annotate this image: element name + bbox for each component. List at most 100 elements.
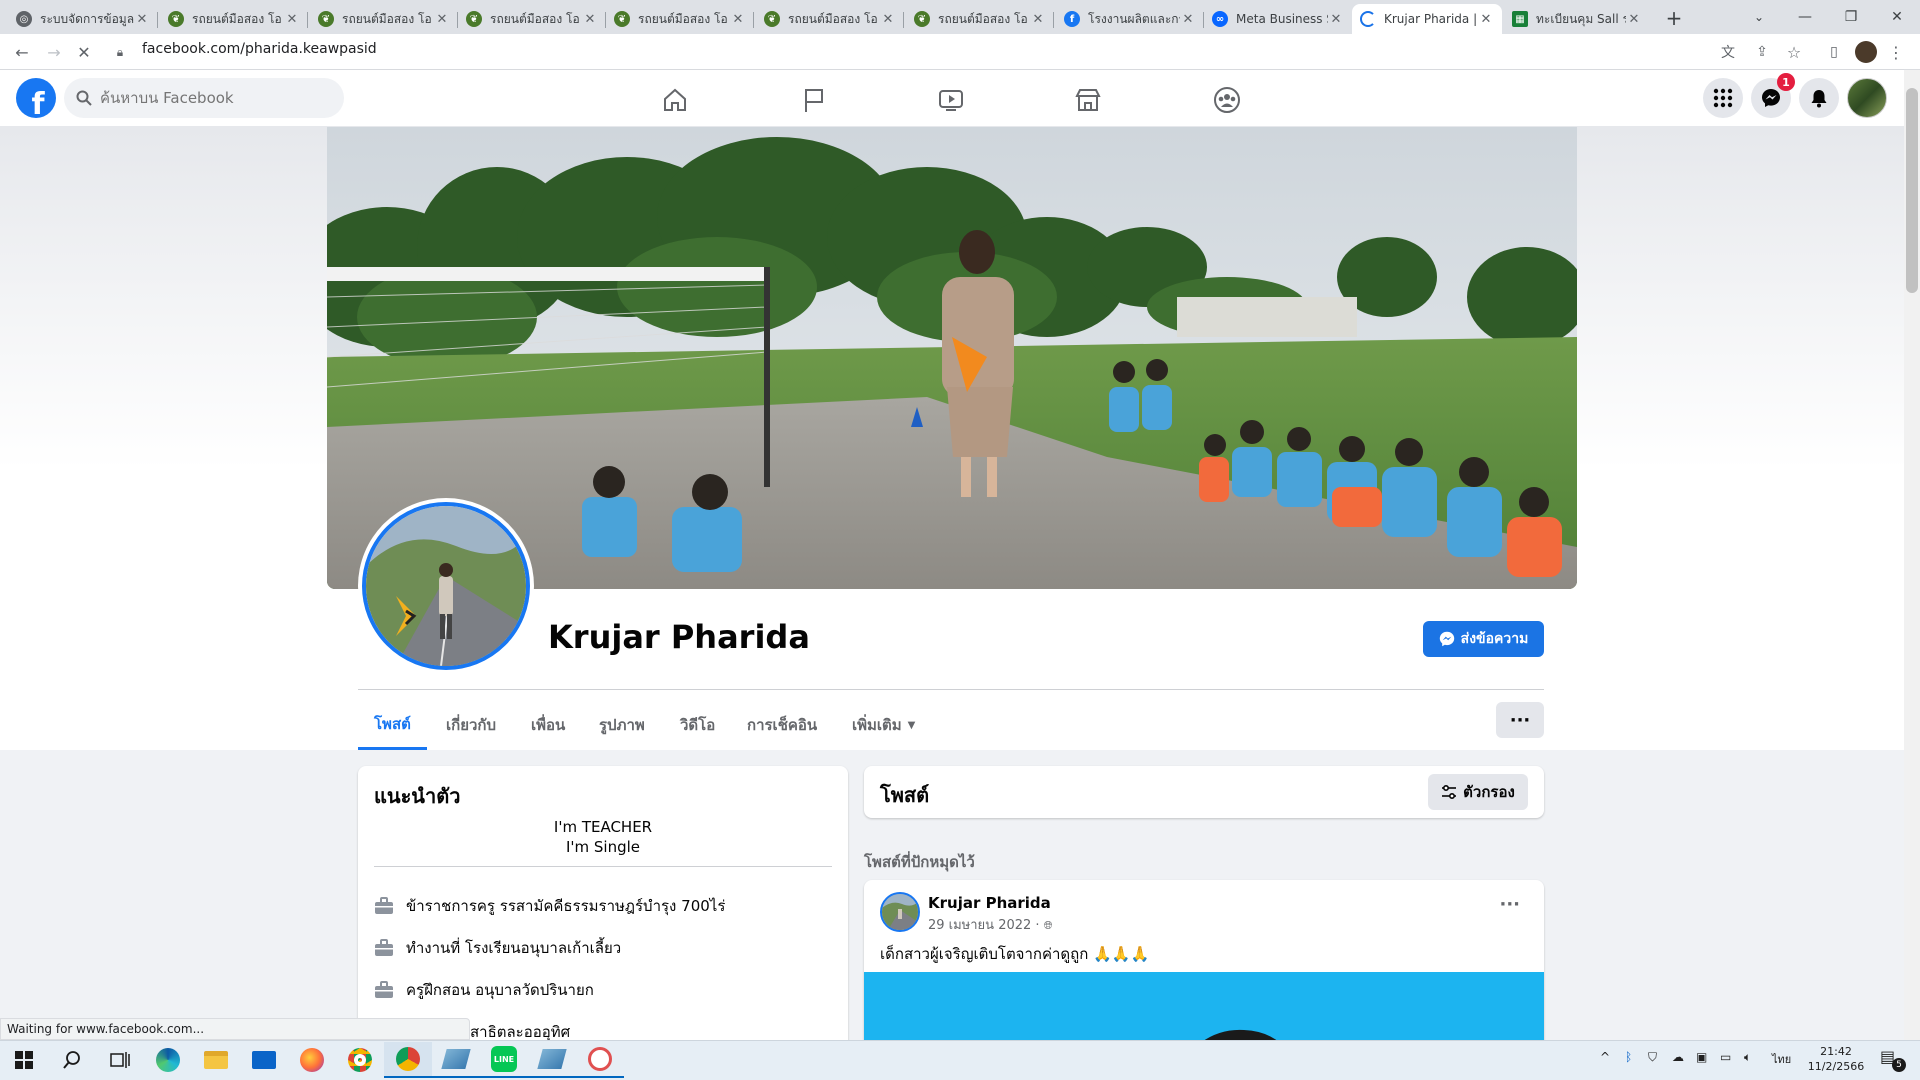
line-app-icon[interactable]: LINE bbox=[480, 1042, 528, 1078]
chrome-icon[interactable] bbox=[336, 1042, 384, 1078]
close-icon[interactable]: ✕ bbox=[1478, 12, 1494, 27]
browser-tab[interactable]: ❦ รถยนต์มือสอง โอ ✕ bbox=[310, 4, 458, 34]
sheets-icon: ▦ bbox=[1512, 11, 1528, 27]
browser-tab[interactable]: ❦ รถยนต์มือสอง โอ ✕ bbox=[160, 4, 308, 34]
tab-friends[interactable]: เพื่อน bbox=[515, 700, 581, 750]
bio-line: I'm TEACHER bbox=[553, 818, 653, 836]
browser-tab[interactable]: ▦ ทะเบียนคุม Sall ร ✕ bbox=[1504, 4, 1650, 34]
file-explorer-icon[interactable] bbox=[192, 1042, 240, 1078]
bluetooth-icon[interactable]: ᛒ bbox=[1625, 1050, 1632, 1064]
bookmark-star-icon[interactable]: ☆ bbox=[1782, 40, 1806, 64]
browser-tab[interactable]: ❦ รถยนต์มือสอง โอ ✕ bbox=[756, 4, 904, 34]
tab-photos[interactable]: รูปภาพ bbox=[583, 700, 661, 750]
new-tab-button[interactable]: + bbox=[1660, 4, 1688, 32]
chrome-active-window-icon[interactable] bbox=[384, 1042, 432, 1078]
post-author-avatar[interactable] bbox=[880, 892, 920, 932]
browser-tab[interactable]: ❦ รถยนต์มือสอง โอ ✕ bbox=[458, 4, 606, 34]
app-window-icon[interactable] bbox=[528, 1042, 576, 1078]
close-icon[interactable]: ✕ bbox=[434, 12, 450, 27]
send-message-button[interactable]: ส่งข้อความ bbox=[1423, 621, 1544, 657]
notifications-button[interactable] bbox=[1799, 78, 1839, 118]
browser-tab[interactable]: ∞ Meta Business S ✕ bbox=[1204, 4, 1352, 34]
browser-menu-icon[interactable]: ⋮ bbox=[1884, 40, 1908, 64]
close-icon[interactable]: ✕ bbox=[582, 12, 598, 27]
minimize-icon[interactable]: — bbox=[1782, 0, 1828, 34]
app-window-icon[interactable] bbox=[432, 1042, 480, 1078]
menu-grid-button[interactable] bbox=[1703, 78, 1743, 118]
tab-search-icon[interactable]: ⌄ bbox=[1736, 0, 1782, 34]
share-icon[interactable]: ⇪ bbox=[1750, 40, 1774, 64]
display-icon[interactable]: ▣ bbox=[1696, 1050, 1707, 1064]
watch-video-icon[interactable] bbox=[937, 86, 965, 114]
browser-tab[interactable]: f โรงงานผลิตและกร ✕ bbox=[1056, 4, 1204, 34]
browser-tab[interactable]: ❦ รถยนต์มือสอง โอ ✕ bbox=[606, 4, 754, 34]
close-icon[interactable]: ✕ bbox=[1180, 12, 1196, 27]
messenger-badge: 1 bbox=[1777, 73, 1795, 91]
briefcase-icon bbox=[375, 981, 393, 998]
home-icon[interactable] bbox=[661, 86, 689, 114]
posts-header-card: โพสต์ ตัวกรอง bbox=[864, 766, 1544, 818]
tab-posts[interactable]: โพสต์ bbox=[358, 700, 427, 750]
page-scrollbar-thumb[interactable] bbox=[1906, 88, 1918, 293]
network-icon[interactable]: ▭ bbox=[1720, 1050, 1731, 1064]
side-panel-icon[interactable]: ▯ bbox=[1822, 40, 1846, 64]
browser-tab-strip: ◎ ระบบจัดการข้อมูล ✕ ❦ รถยนต์มือสอง โอ ✕… bbox=[0, 0, 1920, 34]
cover-photo[interactable] bbox=[327, 127, 1577, 589]
browser-tab[interactable]: ◎ ระบบจัดการข้อมูล ✕ bbox=[8, 4, 158, 34]
posts-title: โพสต์ bbox=[880, 783, 930, 807]
leaf-icon: ❦ bbox=[168, 11, 184, 27]
close-icon[interactable]: ✕ bbox=[1030, 12, 1046, 27]
close-icon[interactable]: ✕ bbox=[730, 12, 746, 27]
browser-profile-avatar[interactable] bbox=[1854, 40, 1878, 64]
account-avatar[interactable] bbox=[1847, 78, 1887, 118]
filter-button[interactable]: ตัวกรอง bbox=[1428, 774, 1528, 810]
close-icon[interactable]: ✕ bbox=[284, 12, 300, 27]
search-box[interactable] bbox=[64, 78, 344, 118]
close-icon[interactable]: ✕ bbox=[1328, 12, 1344, 27]
onedrive-icon[interactable]: ☁ bbox=[1672, 1050, 1684, 1064]
restore-icon[interactable]: ❐ bbox=[1828, 0, 1874, 34]
show-hidden-icons-icon[interactable]: ^ bbox=[1600, 1050, 1610, 1064]
profile-picture[interactable] bbox=[358, 498, 534, 674]
firefox-icon[interactable] bbox=[288, 1042, 336, 1078]
window-close-icon[interactable]: ✕ bbox=[1874, 0, 1920, 34]
back-icon[interactable]: ← bbox=[10, 40, 34, 64]
translate-icon[interactable]: 文 bbox=[1716, 40, 1740, 64]
lock-icon[interactable]: 🔒︎ bbox=[112, 40, 128, 64]
tab-checkins[interactable]: การเช็คอิน bbox=[731, 700, 833, 750]
app-icon[interactable] bbox=[576, 1042, 624, 1078]
address-bar[interactable]: facebook.com/pharida.keawpasid bbox=[142, 41, 377, 57]
stop-loading-icon[interactable]: ✕ bbox=[72, 40, 96, 64]
close-icon[interactable]: ✕ bbox=[134, 12, 150, 27]
task-view-icon[interactable] bbox=[96, 1042, 144, 1078]
profile-more-options-button[interactable]: ··· bbox=[1496, 702, 1544, 738]
tab-videos[interactable]: วิดีโอ bbox=[664, 700, 731, 750]
pages-flag-icon[interactable] bbox=[800, 86, 828, 114]
post-date[interactable]: 29 เมษายน 2022 · 🌐︎ bbox=[928, 914, 1053, 935]
profile-header-panel bbox=[0, 589, 1904, 750]
windows-start-icon[interactable] bbox=[0, 1042, 48, 1078]
volume-icon[interactable]: 🔈︎ bbox=[1744, 1050, 1751, 1065]
tab-about[interactable]: เกี่ยวกับ bbox=[430, 700, 512, 750]
search-icon[interactable] bbox=[48, 1042, 96, 1078]
marketplace-icon[interactable] bbox=[1074, 86, 1102, 114]
search-icon bbox=[76, 90, 92, 106]
browser-tab-active[interactable]: Krujar Pharida | ✕ bbox=[1352, 4, 1502, 34]
facebook-logo-icon[interactable]: f bbox=[16, 78, 56, 118]
search-input[interactable] bbox=[100, 89, 320, 107]
groups-icon[interactable] bbox=[1213, 86, 1241, 114]
post-author-name[interactable]: Krujar Pharida bbox=[928, 894, 1051, 912]
tab-more[interactable]: เพิ่มเติม ▼ bbox=[836, 700, 931, 750]
intro-item: ทำงานที่ โรงเรียนอนุบาลเก้าเลี้ยว bbox=[374, 936, 621, 960]
security-shield-icon[interactable]: ⛉ bbox=[1648, 1050, 1657, 1065]
taskbar-clock[interactable]: 21:42 11/2/2566 bbox=[1806, 1044, 1866, 1074]
input-language[interactable]: ไทย bbox=[1772, 1050, 1791, 1068]
divider bbox=[358, 689, 1544, 690]
close-icon[interactable]: ✕ bbox=[880, 12, 896, 27]
browser-tab[interactable]: ❦ รถยนต์มือสอง โอ ✕ bbox=[906, 4, 1054, 34]
forward-icon[interactable]: → bbox=[42, 40, 66, 64]
close-icon[interactable]: ✕ bbox=[1626, 12, 1642, 27]
edge-browser-icon[interactable] bbox=[144, 1042, 192, 1078]
post-options-button[interactable]: ··· bbox=[1499, 894, 1520, 915]
mail-icon[interactable] bbox=[240, 1042, 288, 1078]
